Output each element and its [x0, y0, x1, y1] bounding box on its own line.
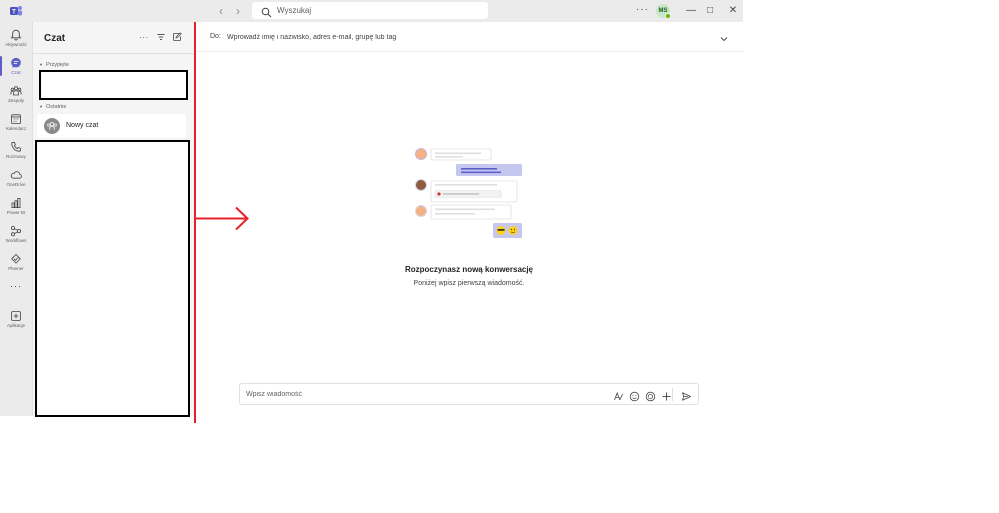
rail-label: Czat: [11, 70, 21, 75]
divider: [672, 388, 673, 401]
user-avatar[interactable]: MS: [656, 4, 671, 19]
rail-more-button[interactable]: ···: [0, 281, 32, 297]
plus-icon[interactable]: [661, 389, 672, 401]
chat-list-title: Czat: [44, 33, 66, 44]
calendar-icon: [10, 112, 22, 124]
pinned-label: Przypięte: [45, 62, 69, 68]
rail-label: Aplikacje: [6, 323, 25, 328]
send-icon[interactable]: [681, 389, 692, 401]
search-box[interactable]: [252, 2, 488, 19]
teams-icon: [10, 84, 22, 96]
rail-item-planner[interactable]: Planner: [0, 249, 32, 275]
rail-label: Planner: [8, 266, 24, 271]
presence-available-icon: [665, 13, 671, 19]
more-icon: ···: [10, 281, 22, 291]
filter-button[interactable]: [155, 32, 167, 44]
chat-icon: [10, 56, 22, 68]
search-input[interactable]: [277, 3, 477, 18]
rail-item-apps[interactable]: Aplikacje: [0, 306, 32, 332]
new-chat-label: Nowy czat: [66, 122, 99, 129]
new-conversation-illustration: [413, 146, 525, 241]
rail-label: Rozmowy: [6, 154, 26, 159]
divider: [33, 53, 196, 54]
new-chat-button[interactable]: [171, 32, 183, 44]
caret-down-icon: ▼: [39, 62, 43, 67]
svg-text:T: T: [12, 10, 16, 16]
settings-more-button[interactable]: ···: [636, 4, 649, 16]
rail-item-chat[interactable]: Czat: [0, 53, 32, 79]
rail-item-workflows[interactable]: Workflows: [0, 221, 32, 247]
forward-button[interactable]: ›: [231, 3, 245, 19]
message-composer[interactable]: [239, 383, 699, 405]
message-input[interactable]: [246, 388, 596, 401]
group-avatar-icon: [44, 118, 60, 134]
compose-icon: [173, 32, 182, 41]
recent-label: Ostatnie: [45, 104, 67, 110]
teams-logo-icon: T: [9, 4, 23, 18]
chevron-down-icon[interactable]: [719, 31, 729, 42]
teams-window: T ‹ › ··· MS — □ ✕ Aktywność: [0, 0, 743, 417]
chat-list-panel: Czat ··· ▼ Przypięte ▼ Ostatnie Nowy czat: [32, 22, 196, 417]
rail-item-activity[interactable]: Aktywność: [0, 25, 32, 51]
recipient-bar: Do:: [195, 22, 743, 52]
minimize-button[interactable]: —: [683, 3, 699, 19]
redacted-pinned-chats: [39, 70, 188, 100]
to-label: Do:: [210, 33, 221, 40]
recipient-input[interactable]: [227, 31, 627, 43]
rail-label: Kalendarz: [5, 126, 27, 131]
rail-label: Aktywność: [5, 42, 27, 47]
rail-item-calls[interactable]: Rozmowy: [0, 137, 32, 163]
workflows-icon: [10, 224, 22, 237]
empty-state-subtitle: Poniżej wpisz pierwszą wiadomość.: [413, 280, 525, 287]
emoji-icon[interactable]: [629, 389, 640, 402]
rail-item-powerbi[interactable]: Power BI: [0, 193, 32, 219]
close-button[interactable]: ✕: [725, 3, 741, 19]
back-button[interactable]: ‹: [214, 3, 228, 19]
app-rail: Aktywność Czat Zespoły Kalendarz Rozmowy…: [0, 22, 32, 416]
rail-item-onedrive[interactable]: OneDrive: [0, 165, 32, 191]
add-apps-icon: [10, 309, 22, 321]
rail-label: Zespoły: [8, 98, 24, 103]
chat-more-options-button[interactable]: ···: [138, 32, 150, 44]
filter-icon: [157, 34, 165, 40]
rail-label: OneDrive: [6, 182, 26, 187]
active-indicator: [0, 56, 2, 76]
title-bar: T ‹ › ··· MS — □ ✕: [0, 0, 743, 22]
planner-icon: [10, 252, 22, 264]
annotation-arrow-right-icon: [196, 206, 249, 231]
search-icon: [261, 5, 272, 18]
maximize-button[interactable]: □: [702, 3, 718, 19]
rail-label: Workflows: [5, 238, 27, 243]
rail-item-calendar[interactable]: Kalendarz: [0, 109, 32, 135]
rail-label: Power BI: [6, 210, 26, 215]
caret-down-icon: ▼: [39, 104, 43, 109]
rail-item-teams[interactable]: Zespoły: [0, 81, 32, 107]
cloud-icon: [10, 168, 22, 180]
new-chat-pane: Do: Wprowadź imię i nazwisko, adres e-ma…: [195, 22, 743, 416]
new-chat-list-item[interactable]: Nowy czat: [37, 114, 186, 138]
loop-component-icon[interactable]: [645, 389, 656, 402]
format-icon[interactable]: [613, 389, 624, 401]
powerbi-icon: [10, 196, 22, 209]
pinned-section-header[interactable]: ▼ Przypięte: [39, 62, 69, 68]
phone-icon: [10, 140, 22, 152]
bell-icon: [10, 28, 22, 41]
redacted-recent-chats: [35, 140, 190, 417]
empty-state-title: Rozpoczynasz nową konwersację: [404, 265, 534, 274]
recent-section-header[interactable]: ▼ Ostatnie: [39, 104, 66, 110]
